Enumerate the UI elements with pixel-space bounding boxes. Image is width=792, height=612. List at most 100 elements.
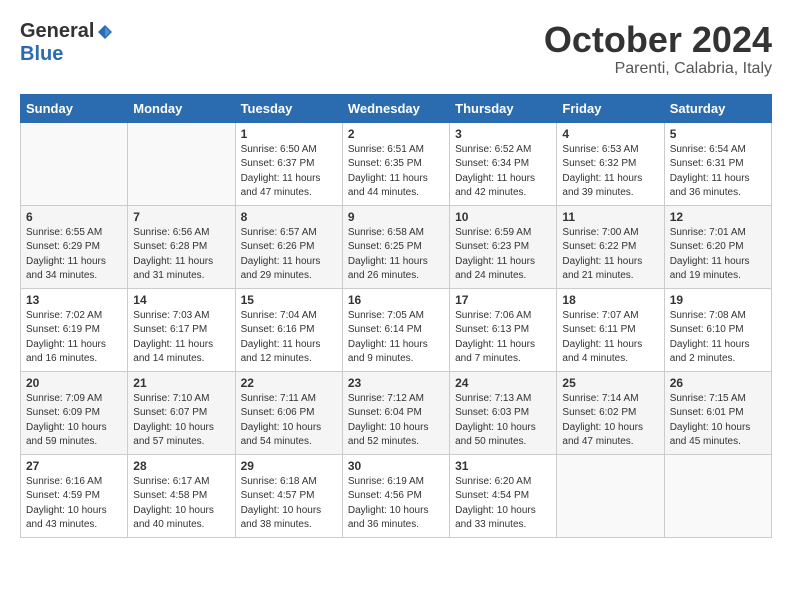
day-number: 11 (562, 210, 658, 224)
calendar-cell: 20 Sunrise: 7:09 AM Sunset: 6:09 PM Dayli… (21, 371, 128, 454)
day-number: 20 (26, 376, 122, 390)
day-number: 21 (133, 376, 229, 390)
day-number: 1 (241, 127, 337, 141)
day-number: 17 (455, 293, 551, 307)
day-info: Sunrise: 7:14 AM Sunset: 6:02 PM Dayligh… (562, 392, 658, 450)
logo-general: General (20, 20, 94, 43)
weekday-header-thursday: Thursday (450, 94, 557, 122)
logo-icon (96, 23, 114, 41)
day-info: Sunrise: 6:56 AM Sunset: 6:28 PM Dayligh… (133, 226, 229, 284)
day-info: Sunrise: 7:02 AM Sunset: 6:19 PM Dayligh… (26, 309, 122, 367)
day-number: 26 (670, 376, 766, 390)
day-number: 30 (348, 459, 444, 473)
day-number: 10 (455, 210, 551, 224)
day-info: Sunrise: 7:11 AM Sunset: 6:06 PM Dayligh… (241, 392, 337, 450)
calendar-cell: 3 Sunrise: 6:52 AM Sunset: 6:34 PM Daylig… (450, 122, 557, 205)
day-info: Sunrise: 6:59 AM Sunset: 6:23 PM Dayligh… (455, 226, 551, 284)
weekday-header-friday: Friday (557, 94, 664, 122)
weekday-header-wednesday: Wednesday (342, 94, 449, 122)
day-info: Sunrise: 7:10 AM Sunset: 6:07 PM Dayligh… (133, 392, 229, 450)
day-number: 24 (455, 376, 551, 390)
day-number: 19 (670, 293, 766, 307)
calendar-cell: 19 Sunrise: 7:08 AM Sunset: 6:10 PM Dayli… (664, 288, 771, 371)
page-header: General Blue October 2024 Parenti, Calab… (20, 20, 772, 78)
day-number: 13 (26, 293, 122, 307)
day-number: 12 (670, 210, 766, 224)
day-number: 6 (26, 210, 122, 224)
calendar-cell: 15 Sunrise: 7:04 AM Sunset: 6:16 PM Dayli… (235, 288, 342, 371)
weekday-header-sunday: Sunday (21, 94, 128, 122)
day-number: 29 (241, 459, 337, 473)
calendar-week-row: 27 Sunrise: 6:16 AM Sunset: 4:59 PM Dayli… (21, 454, 772, 537)
title-block: October 2024 Parenti, Calabria, Italy (544, 20, 772, 78)
calendar-cell: 11 Sunrise: 7:00 AM Sunset: 6:22 PM Dayli… (557, 205, 664, 288)
day-number: 23 (348, 376, 444, 390)
day-number: 25 (562, 376, 658, 390)
day-info: Sunrise: 6:53 AM Sunset: 6:32 PM Dayligh… (562, 143, 658, 201)
calendar-cell: 26Sunrise: 7:15 AM Sunset: 6:01 PM Dayli… (664, 371, 771, 454)
calendar-cell: 8 Sunrise: 6:57 AM Sunset: 6:26 PM Daylig… (235, 205, 342, 288)
calendar-cell: 24 Sunrise: 7:13 AM Sunset: 6:03 PM Dayli… (450, 371, 557, 454)
calendar-cell (557, 454, 664, 537)
calendar-cell: 23 Sunrise: 7:12 AM Sunset: 6:04 PM Dayli… (342, 371, 449, 454)
day-number: 28 (133, 459, 229, 473)
calendar-cell: 7Sunrise: 6:56 AM Sunset: 6:28 PM Daylig… (128, 205, 235, 288)
day-info: Sunrise: 6:17 AM Sunset: 4:58 PM Dayligh… (133, 475, 229, 533)
day-info: Sunrise: 7:07 AM Sunset: 6:11 PM Dayligh… (562, 309, 658, 367)
day-number: 18 (562, 293, 658, 307)
calendar-cell: 27 Sunrise: 6:16 AM Sunset: 4:59 PM Dayli… (21, 454, 128, 537)
day-number: 22 (241, 376, 337, 390)
logo: General Blue (20, 20, 114, 66)
day-number: 3 (455, 127, 551, 141)
day-info: Sunrise: 7:13 AM Sunset: 6:03 PM Dayligh… (455, 392, 551, 450)
location-subtitle: Parenti, Calabria, Italy (544, 60, 772, 78)
day-number: 16 (348, 293, 444, 307)
day-info: Sunrise: 6:20 AM Sunset: 4:54 PM Dayligh… (455, 475, 551, 533)
day-info: Sunrise: 6:50 AM Sunset: 6:37 PM Dayligh… (241, 143, 337, 201)
calendar-week-row: 1 Sunrise: 6:50 AM Sunset: 6:37 PM Daylig… (21, 122, 772, 205)
calendar-cell: 12 Sunrise: 7:01 AM Sunset: 6:20 PM Dayli… (664, 205, 771, 288)
day-info: Sunrise: 6:51 AM Sunset: 6:35 PM Dayligh… (348, 143, 444, 201)
calendar-cell: 13 Sunrise: 7:02 AM Sunset: 6:19 PM Dayli… (21, 288, 128, 371)
day-info: Sunrise: 6:16 AM Sunset: 4:59 PM Dayligh… (26, 475, 122, 533)
calendar-cell: 21 Sunrise: 7:10 AM Sunset: 6:07 PM Dayli… (128, 371, 235, 454)
logo-blue: Blue (20, 43, 63, 66)
day-info: Sunrise: 7:01 AM Sunset: 6:20 PM Dayligh… (670, 226, 766, 284)
calendar-cell: 14Sunrise: 7:03 AM Sunset: 6:17 PM Dayli… (128, 288, 235, 371)
day-info: Sunrise: 7:09 AM Sunset: 6:09 PM Dayligh… (26, 392, 122, 450)
calendar-week-row: 20 Sunrise: 7:09 AM Sunset: 6:09 PM Dayli… (21, 371, 772, 454)
day-info: Sunrise: 7:04 AM Sunset: 6:16 PM Dayligh… (241, 309, 337, 367)
weekday-header-saturday: Saturday (664, 94, 771, 122)
day-info: Sunrise: 6:54 AM Sunset: 6:31 PM Dayligh… (670, 143, 766, 201)
calendar-cell: 17 Sunrise: 7:06 AM Sunset: 6:13 PM Dayli… (450, 288, 557, 371)
day-number: 5 (670, 127, 766, 141)
day-info: Sunrise: 6:19 AM Sunset: 4:56 PM Dayligh… (348, 475, 444, 533)
day-info: Sunrise: 6:52 AM Sunset: 6:34 PM Dayligh… (455, 143, 551, 201)
calendar-cell (664, 454, 771, 537)
day-info: Sunrise: 7:05 AM Sunset: 6:14 PM Dayligh… (348, 309, 444, 367)
day-number: 27 (26, 459, 122, 473)
day-info: Sunrise: 6:58 AM Sunset: 6:25 PM Dayligh… (348, 226, 444, 284)
day-number: 31 (455, 459, 551, 473)
day-info: Sunrise: 7:12 AM Sunset: 6:04 PM Dayligh… (348, 392, 444, 450)
day-number: 9 (348, 210, 444, 224)
calendar-cell: 22 Sunrise: 7:11 AM Sunset: 6:06 PM Dayli… (235, 371, 342, 454)
day-info: Sunrise: 7:00 AM Sunset: 6:22 PM Dayligh… (562, 226, 658, 284)
day-info: Sunrise: 7:06 AM Sunset: 6:13 PM Dayligh… (455, 309, 551, 367)
calendar-week-row: 6Sunrise: 6:55 AM Sunset: 6:29 PM Daylig… (21, 205, 772, 288)
day-info: Sunrise: 6:18 AM Sunset: 4:57 PM Dayligh… (241, 475, 337, 533)
calendar-cell (128, 122, 235, 205)
calendar-cell: 18 Sunrise: 7:07 AM Sunset: 6:11 PM Dayli… (557, 288, 664, 371)
day-number: 8 (241, 210, 337, 224)
calendar-week-row: 13 Sunrise: 7:02 AM Sunset: 6:19 PM Dayli… (21, 288, 772, 371)
month-title: October 2024 (544, 20, 772, 60)
day-number: 15 (241, 293, 337, 307)
day-info: Sunrise: 7:08 AM Sunset: 6:10 PM Dayligh… (670, 309, 766, 367)
weekday-header-tuesday: Tuesday (235, 94, 342, 122)
calendar-table: SundayMondayTuesdayWednesdayThursdayFrid… (20, 94, 772, 538)
day-number: 4 (562, 127, 658, 141)
calendar-cell: 16 Sunrise: 7:05 AM Sunset: 6:14 PM Dayli… (342, 288, 449, 371)
calendar-cell: 6Sunrise: 6:55 AM Sunset: 6:29 PM Daylig… (21, 205, 128, 288)
day-info: Sunrise: 6:57 AM Sunset: 6:26 PM Dayligh… (241, 226, 337, 284)
calendar-cell: 28 Sunrise: 6:17 AM Sunset: 4:58 PM Dayli… (128, 454, 235, 537)
